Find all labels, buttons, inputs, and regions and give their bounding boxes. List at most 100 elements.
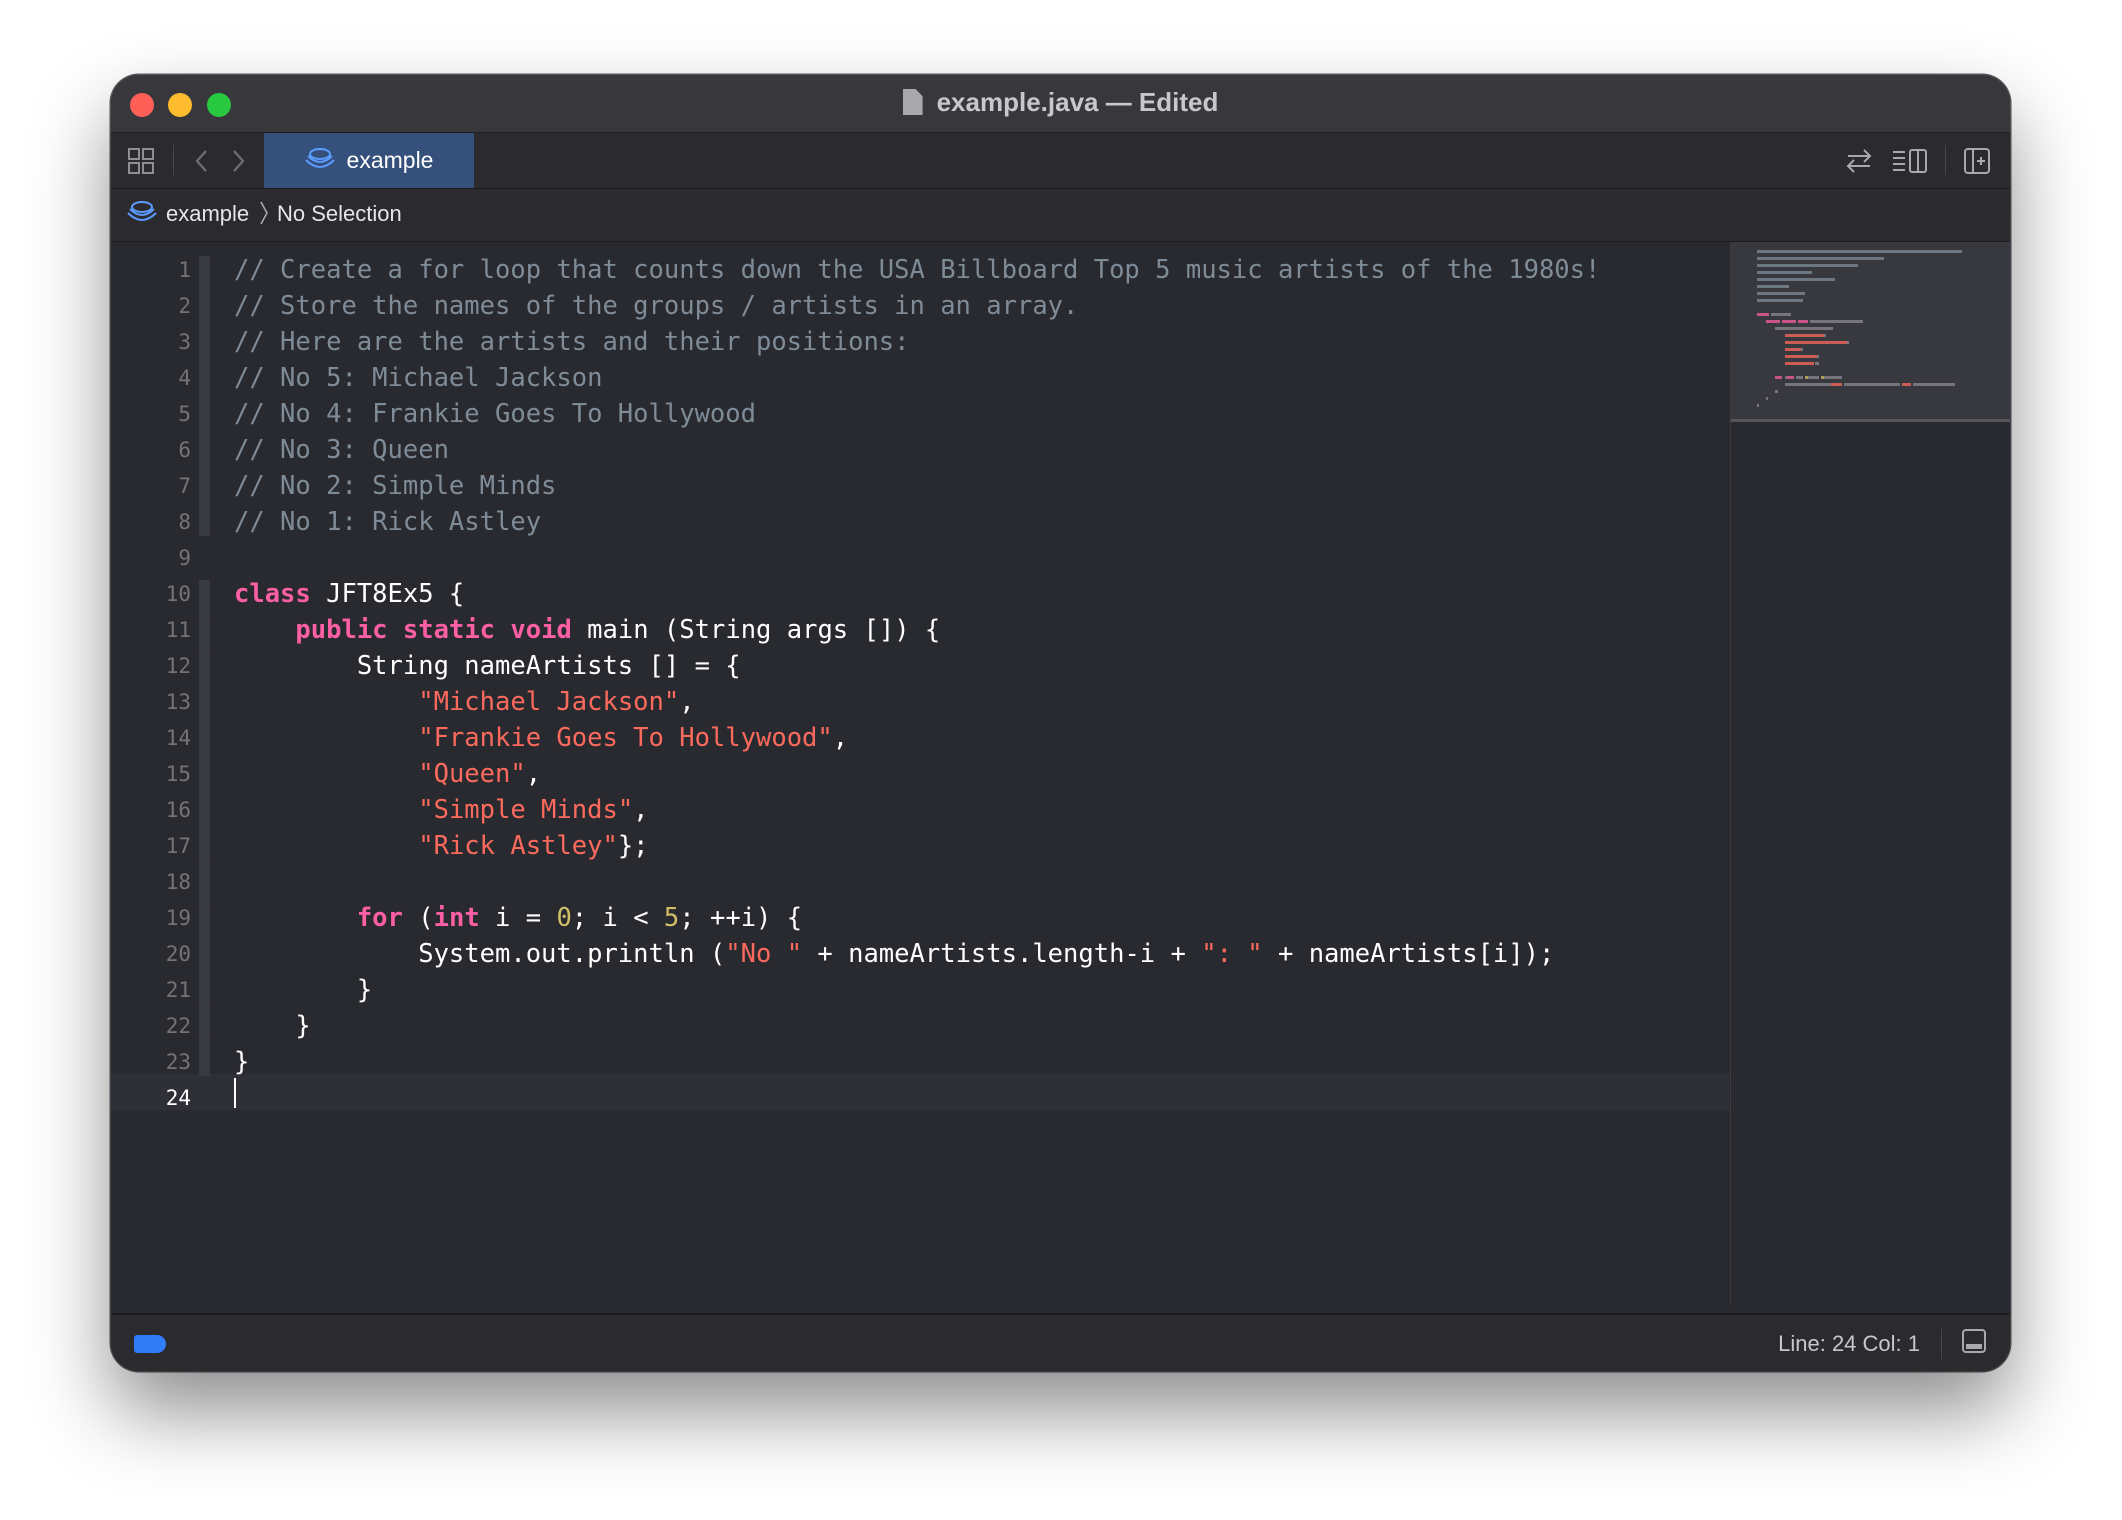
breadcrumb-selection[interactable]: No Selection xyxy=(277,201,402,227)
minimap-line xyxy=(1757,313,1769,316)
minimap-line xyxy=(1766,320,1780,323)
minimap-line xyxy=(1770,313,1792,316)
line-number: 9 xyxy=(178,546,191,570)
tab-bar: example xyxy=(111,133,2010,189)
minimap-line xyxy=(1796,376,1803,379)
minimap-line xyxy=(1757,271,1813,274)
line-number: 12 xyxy=(165,654,191,678)
minimap-line xyxy=(1775,390,1778,393)
minimap-viewport[interactable] xyxy=(1731,242,2010,422)
code-line[interactable]: } xyxy=(234,972,372,1008)
code-token: ; i < xyxy=(571,903,664,933)
line-number: 17 xyxy=(165,834,191,858)
minimap-line xyxy=(1784,341,1847,344)
breadcrumb-separator-icon xyxy=(258,199,270,233)
package-icon xyxy=(127,199,157,229)
code-line[interactable]: "Queen", xyxy=(234,756,541,792)
minimap-line xyxy=(1766,397,1769,400)
code-line[interactable]: System.out.println ("No " + nameArtists.… xyxy=(234,936,1554,972)
code-line[interactable]: // Here are the artists and their positi… xyxy=(234,324,910,360)
code-token: , xyxy=(525,759,542,789)
code-line[interactable]: // Create a for loop that counts down th… xyxy=(234,252,1600,288)
window-title-text: example.java — Edited xyxy=(936,87,1219,117)
code-line[interactable]: // Store the names of the groups / artis… xyxy=(234,288,1078,324)
line-number: 3 xyxy=(178,330,191,354)
code-line[interactable]: // No 5: Michael Jackson xyxy=(234,360,602,396)
minimap-line xyxy=(1757,278,1836,281)
minimap-line xyxy=(1807,376,1820,379)
code-line[interactable]: "Michael Jackson", xyxy=(234,684,694,720)
tab-label: example xyxy=(346,147,434,173)
line-number: 21 xyxy=(165,978,191,1002)
line-number: 18 xyxy=(165,870,191,894)
code-line[interactable]: // No 2: Simple Minds xyxy=(234,468,556,504)
code-token: // No 1: Rick Astley xyxy=(234,507,542,537)
code-token: "No " xyxy=(725,939,803,969)
minimap-line xyxy=(1816,355,1820,358)
code-line[interactable]: } xyxy=(234,1008,311,1044)
breadcrumb-project[interactable]: example xyxy=(166,201,249,227)
line-number: 4 xyxy=(178,366,191,390)
code-fold-ribbon[interactable] xyxy=(199,256,210,536)
tab-example[interactable]: example xyxy=(264,133,474,188)
code-token: } xyxy=(234,1011,311,1041)
code-token: class xyxy=(234,579,311,609)
minimap-line xyxy=(1830,383,1843,386)
code-line[interactable]: String nameArtists [] = { xyxy=(234,648,741,684)
code-fold-ribbon[interactable] xyxy=(199,652,210,860)
line-number: 20 xyxy=(165,942,191,966)
code-line[interactable]: "Simple Minds", xyxy=(234,792,648,828)
line-number: 8 xyxy=(178,510,191,534)
code-line[interactable]: "Rick Astley"}; xyxy=(234,828,649,864)
code-line[interactable]: "Frankie Goes To Hollywood", xyxy=(234,720,848,756)
minimap-line xyxy=(1913,383,1955,386)
add-editor-icon[interactable] xyxy=(1963,147,1991,180)
minimap-line xyxy=(1757,250,1962,253)
code-token: } xyxy=(234,1047,250,1077)
forward-chevron-icon[interactable] xyxy=(229,148,247,179)
minimap-line xyxy=(1823,334,1826,337)
code-token: }; xyxy=(617,831,649,861)
code-line[interactable]: // No 3: Queen xyxy=(234,432,449,468)
code-token: // No 2: Simple Minds xyxy=(234,471,557,501)
code-line[interactable]: } xyxy=(234,1044,249,1080)
minimap-line xyxy=(1757,404,1760,407)
line-number: 1 xyxy=(178,258,191,282)
minimap-line xyxy=(1784,348,1801,351)
code-fold-ribbon[interactable] xyxy=(199,904,210,1004)
line-number-gutter: 1 2 3 4 5 6 7 8 9 10 11 12 13 14 15 16 17 18 19 20 21 22 23 24 xyxy=(111,242,210,1305)
grid-icon[interactable] xyxy=(127,147,155,180)
current-line-highlight xyxy=(111,1074,1729,1110)
line-number: 15 xyxy=(165,762,191,786)
minimap-line xyxy=(1784,383,1831,386)
line-number: 16 xyxy=(165,798,191,822)
source-control-tag-icon[interactable] xyxy=(134,1335,166,1353)
code-line[interactable]: class JFT8Ex5 { xyxy=(234,576,464,612)
code-token: ": " xyxy=(1201,939,1263,969)
line-number: 14 xyxy=(165,726,191,750)
minimap-line xyxy=(1782,320,1797,323)
code-token: "Frankie Goes To Hollywood" xyxy=(418,723,833,753)
minimap[interactable] xyxy=(1730,242,2010,1305)
editor-options-icon[interactable] xyxy=(1891,147,1929,180)
swap-arrows-icon[interactable] xyxy=(1844,147,1874,180)
line-number: 6 xyxy=(178,438,191,462)
code-token: // Here are the artists and their positi… xyxy=(234,327,910,357)
minimap-line xyxy=(1757,292,1806,295)
code-token: // No 5: Michael Jackson xyxy=(234,363,603,393)
toggle-console-icon[interactable] xyxy=(1962,1329,1986,1353)
code-line[interactable]: for (int i = 0; i < 5; ++i) { xyxy=(234,900,802,936)
title-bar[interactable]: example.java — Edited xyxy=(111,75,2010,133)
back-chevron-icon[interactable] xyxy=(193,148,211,179)
code-line[interactable]: // No 1: Rick Astley xyxy=(234,504,541,540)
code-line[interactable]: public static void main (String args [])… xyxy=(234,612,940,648)
code-line[interactable]: // No 4: Frankie Goes To Hollywood xyxy=(234,396,756,432)
code-editor[interactable]: 1 2 3 4 5 6 7 8 9 10 11 12 13 14 15 16 17 18 19 20 21 22 23 24 … xyxy=(111,242,1729,1305)
